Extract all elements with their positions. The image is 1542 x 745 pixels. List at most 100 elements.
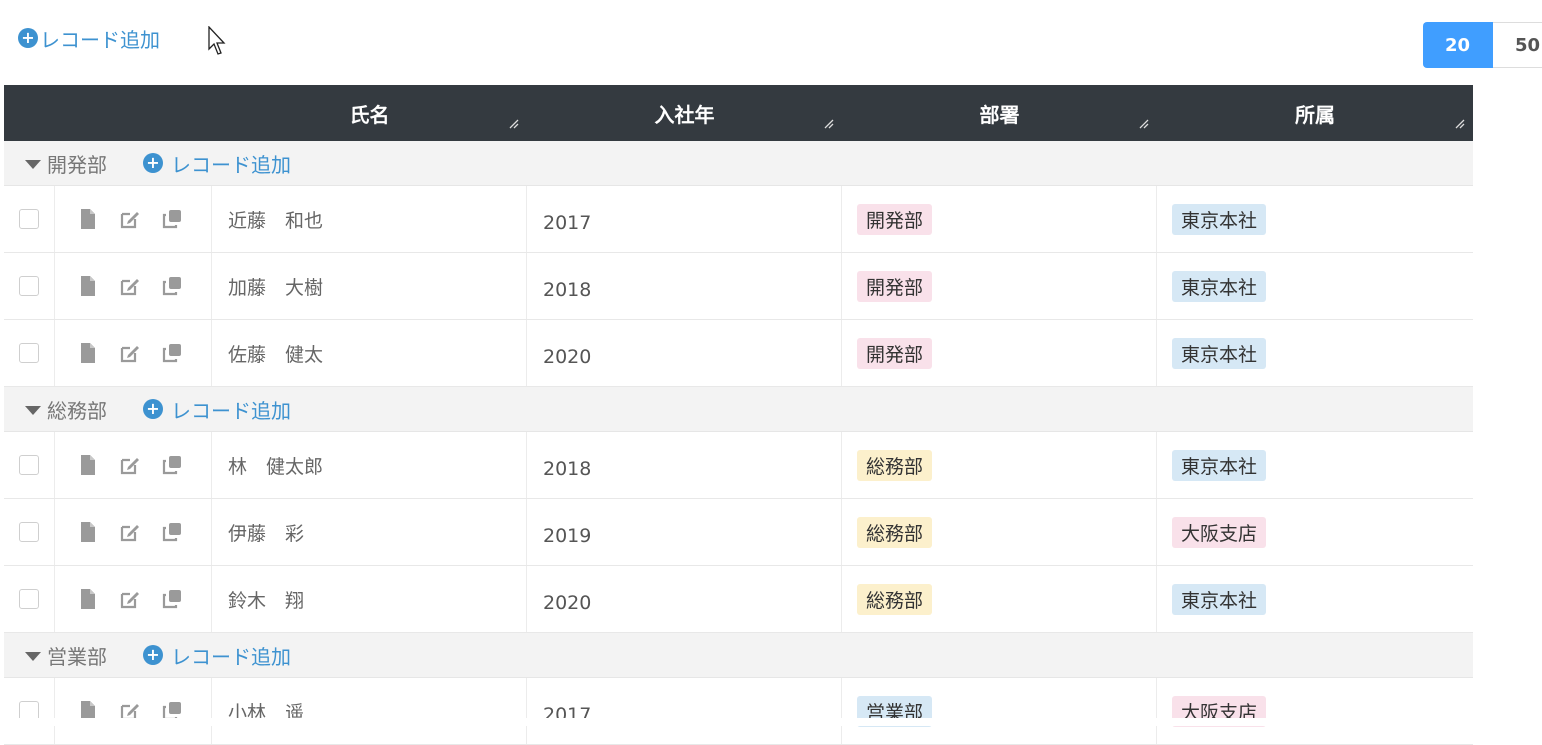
edit-icon[interactable]: [119, 521, 141, 543]
row-checkbox[interactable]: [19, 522, 39, 542]
caret-down-icon[interactable]: [25, 159, 41, 169]
copy-icon[interactable]: [161, 342, 183, 364]
department-cell[interactable]: 営業部: [842, 678, 1157, 744]
name-cell[interactable]: 近藤 和也: [212, 186, 527, 252]
join-year-cell[interactable]: 2017: [527, 678, 842, 744]
department-cell[interactable]: 総務部: [842, 499, 1157, 565]
row-actions-cell: [55, 432, 212, 498]
name-cell[interactable]: 伊藤 彩: [212, 499, 527, 565]
join-year-cell[interactable]: 2020: [527, 566, 842, 632]
plus-circle-icon: +: [143, 399, 163, 419]
join-year-cell[interactable]: 2020: [527, 320, 842, 386]
file-icon[interactable]: [77, 521, 99, 543]
edit-icon[interactable]: [119, 588, 141, 610]
file-icon[interactable]: [77, 454, 99, 476]
department-tag: 総務部: [857, 583, 933, 615]
resize-handle-icon[interactable]: [824, 119, 834, 129]
group-add-record-label: レコード追加: [171, 152, 291, 177]
group-add-record-button[interactable]: + レコード追加: [143, 641, 291, 670]
office-cell[interactable]: 東京本社: [1157, 566, 1473, 632]
name-cell[interactable]: 佐藤 健太: [212, 320, 527, 386]
table-row: 佐藤 健太 2020 開発部 東京本社: [4, 320, 1473, 387]
file-icon[interactable]: [77, 275, 99, 297]
office-cell[interactable]: 東京本社: [1157, 320, 1473, 386]
page-size-20[interactable]: 20: [1423, 22, 1493, 68]
group-add-record-label: レコード追加: [171, 398, 291, 423]
department-tag: 開発部: [857, 270, 933, 302]
table-row: 加藤 大樹 2018 開発部 東京本社: [4, 253, 1473, 320]
file-icon[interactable]: [77, 208, 99, 230]
row-checkbox[interactable]: [19, 343, 39, 363]
department-cell[interactable]: 開発部: [842, 320, 1157, 386]
group-header[interactable]: 営業部 + レコード追加: [4, 633, 1473, 678]
edit-icon[interactable]: [119, 275, 141, 297]
department-cell[interactable]: 開発部: [842, 253, 1157, 319]
department-tag: 開発部: [857, 337, 933, 369]
group-add-record-button[interactable]: + レコード追加: [143, 395, 291, 424]
plus-circle-icon: +: [143, 153, 163, 173]
copy-icon[interactable]: [161, 521, 183, 543]
copy-icon[interactable]: [161, 454, 183, 476]
name-cell[interactable]: 小林 遥: [212, 678, 527, 744]
table-row: 近藤 和也 2017 開発部 東京本社: [4, 186, 1473, 253]
office-cell[interactable]: 東京本社: [1157, 432, 1473, 498]
join-year-cell[interactable]: 2017: [527, 186, 842, 252]
department-cell[interactable]: 総務部: [842, 432, 1157, 498]
row-actions-cell: [55, 186, 212, 252]
copy-icon[interactable]: [161, 588, 183, 610]
resize-handle-icon[interactable]: [509, 119, 519, 129]
department-cell[interactable]: 開発部: [842, 186, 1157, 252]
caret-down-icon[interactable]: [25, 405, 41, 415]
department-tag: 開発部: [857, 203, 933, 235]
office-tag: 東京本社: [1172, 203, 1267, 235]
group-header[interactable]: 総務部 + レコード追加: [4, 387, 1473, 432]
table-row: 小林 遥 2017 営業部 大阪支店: [4, 678, 1473, 745]
group-header[interactable]: 開発部 + レコード追加: [4, 141, 1473, 186]
group-add-record-button[interactable]: + レコード追加: [143, 149, 291, 178]
file-icon[interactable]: [77, 342, 99, 364]
edit-icon[interactable]: [119, 208, 141, 230]
department-tag: 総務部: [857, 449, 933, 481]
name-cell[interactable]: 加藤 大樹: [212, 253, 527, 319]
office-cell[interactable]: 東京本社: [1157, 186, 1473, 252]
row-checkbox[interactable]: [19, 209, 39, 229]
resize-handle-icon[interactable]: [1455, 119, 1465, 129]
resize-handle-icon[interactable]: [1139, 119, 1149, 129]
office-cell[interactable]: 東京本社: [1157, 253, 1473, 319]
row-checkbox[interactable]: [19, 589, 39, 609]
table-header: 氏名 入社年 部署 所属: [4, 85, 1473, 141]
file-icon[interactable]: [77, 588, 99, 610]
department-cell[interactable]: 総務部: [842, 566, 1157, 632]
column-header-name[interactable]: 氏名: [212, 85, 527, 141]
page-size-50[interactable]: 50: [1493, 22, 1542, 68]
column-header-office[interactable]: 所属: [1157, 85, 1473, 141]
add-record-button[interactable]: + レコード追加: [18, 24, 160, 52]
row-select-cell: [4, 499, 55, 565]
group-name: 営業部: [47, 644, 107, 669]
column-header-department[interactable]: 部署: [842, 85, 1157, 141]
name-cell[interactable]: 鈴木 翔: [212, 566, 527, 632]
office-cell[interactable]: 大阪支店: [1157, 678, 1473, 744]
name-cell[interactable]: 林 健太郎: [212, 432, 527, 498]
copy-icon[interactable]: [161, 275, 183, 297]
records-table: 氏名 入社年 部署 所属 開発部 + レコード追加 近藤 和也 2017 開発部 東京本社加…: [4, 85, 1473, 745]
office-cell[interactable]: 大阪支店: [1157, 499, 1473, 565]
plus-circle-icon: +: [18, 28, 38, 48]
table-row: 鈴木 翔 2020 総務部 東京本社: [4, 566, 1473, 633]
join-year-cell[interactable]: 2018: [527, 432, 842, 498]
edit-icon[interactable]: [119, 454, 141, 476]
row-checkbox[interactable]: [19, 276, 39, 296]
column-header-join-year[interactable]: 入社年: [527, 85, 842, 141]
header-actions: [55, 85, 212, 141]
caret-down-icon[interactable]: [25, 651, 41, 661]
row-checkbox[interactable]: [19, 455, 39, 475]
copy-icon[interactable]: [161, 208, 183, 230]
row-select-cell: [4, 678, 55, 744]
plus-circle-icon: +: [143, 645, 163, 665]
join-year-cell[interactable]: 2018: [527, 253, 842, 319]
row-select-cell: [4, 253, 55, 319]
group-add-record-label: レコード追加: [171, 644, 291, 669]
table-row: 林 健太郎 2018 総務部 東京本社: [4, 432, 1473, 499]
join-year-cell[interactable]: 2019: [527, 499, 842, 565]
edit-icon[interactable]: [119, 342, 141, 364]
